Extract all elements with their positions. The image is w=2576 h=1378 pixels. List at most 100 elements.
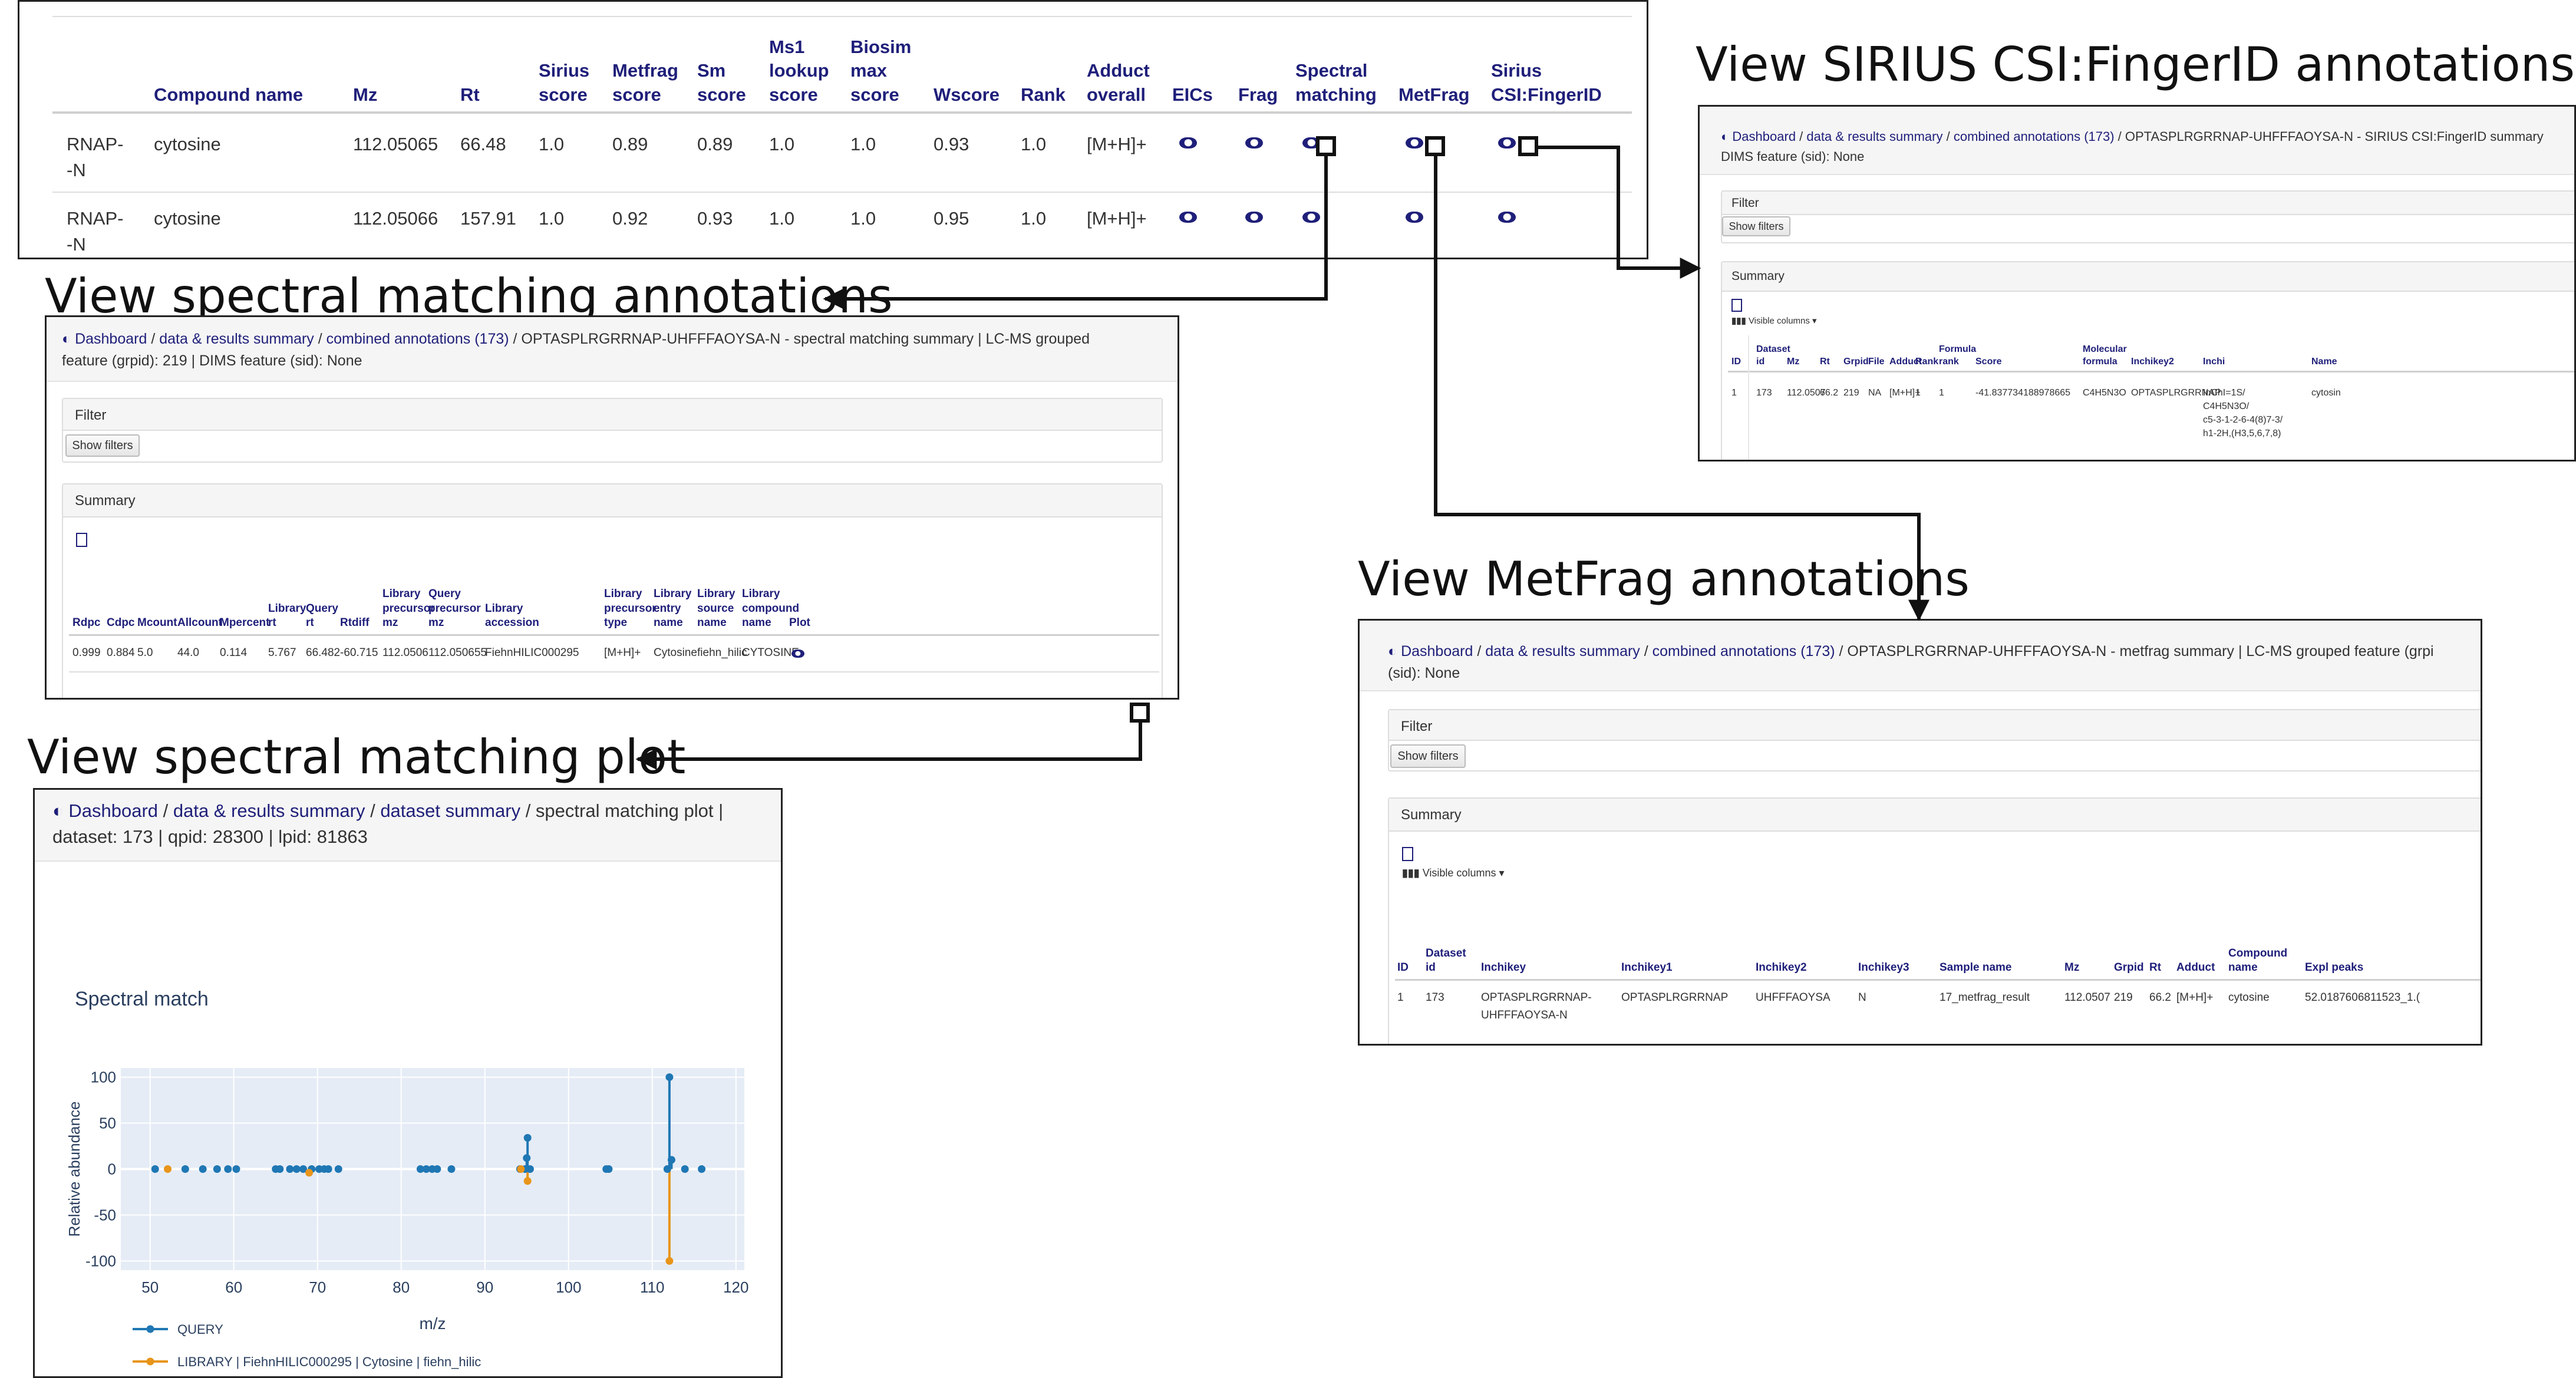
query-point — [667, 1156, 675, 1164]
column-header: Rank — [1021, 84, 1066, 105]
table-cell: cytosine — [154, 208, 221, 229]
breadcrumb-bar: ◐ Dashboard / data & results summary / c… — [1360, 621, 2481, 691]
eye-icon[interactable] — [1179, 137, 1197, 149]
query-point — [292, 1165, 301, 1173]
breadcrumb-data-results[interactable]: data & results summary — [1806, 129, 1942, 144]
table-cell: cytosin — [2311, 388, 2341, 398]
breadcrumb-data-results[interactable]: data & results summary — [173, 800, 365, 821]
table-cell: NA — [1868, 388, 1882, 398]
y-axis-title: Relative abundance — [65, 1102, 83, 1237]
table-cell: 0.884 — [107, 647, 135, 659]
plot-click-marker[interactable] — [1130, 703, 1150, 723]
column-header: Formula rank — [1939, 344, 1977, 367]
column-header: Inchi — [2203, 357, 2225, 367]
show-filters-button[interactable]: Show filters — [65, 434, 140, 457]
plot-eye-icon[interactable] — [791, 650, 804, 658]
breadcrumb-combined[interactable]: combined annotations (173) — [1653, 643, 1835, 660]
legend-label: LIBRARY | FiehnHILIC000295 | Cytosine | … — [177, 1354, 481, 1369]
eye-icon[interactable] — [1498, 212, 1516, 223]
sirius-click-marker[interactable] — [1518, 136, 1538, 156]
eye-icon[interactable] — [1245, 137, 1263, 149]
eye-icon[interactable] — [1302, 212, 1320, 223]
breadcrumb-separator: / — [1796, 129, 1807, 144]
table-cell: -60.715 — [340, 647, 378, 659]
inchi-text: InChI=1S/ — [2203, 388, 2245, 398]
x-tick-label: 60 — [225, 1278, 242, 1296]
table-cell: 0.999 — [72, 647, 101, 659]
breadcrumb: ◐ Dashboard / data & results summary / c… — [62, 331, 1090, 348]
column-header: ID — [1397, 961, 1409, 974]
eye-icon[interactable] — [1245, 212, 1263, 223]
column-header: Mz — [353, 84, 378, 105]
table-cell: cytosine — [154, 134, 221, 154]
column-header: Inchikey1 — [1621, 961, 1673, 974]
caption-sirius: View SIRIUS CSI:FingerID annotations — [1696, 37, 2575, 92]
breadcrumb-dataset-summary[interactable]: dataset summary — [380, 800, 520, 821]
page-title: / spectral matching plot | — [520, 800, 724, 821]
query-point — [232, 1165, 240, 1173]
spectral-matching-summary-panel: ◐ Dashboard / data & results summary / c… — [45, 315, 1179, 700]
table-cell: N — [1858, 991, 1866, 1004]
breadcrumb-separator: / — [1473, 643, 1486, 660]
sirius-summary-panel: ◐ Dashboard / data & results summary / c… — [1698, 105, 2576, 461]
query-point — [526, 1165, 534, 1173]
page-title: / OPTASPLRGRRNAP-UHFFFAOYSA-N - spectral… — [509, 331, 1090, 347]
table-cell: 44.0 — [177, 647, 199, 659]
filter-heading: Filter — [1731, 196, 1759, 210]
eye-icon[interactable] — [1406, 212, 1423, 223]
show-filters-button[interactable]: Show filters — [1722, 216, 1790, 236]
table-cell: 66.48 — [460, 134, 506, 154]
table-cell: 1.0 — [850, 208, 876, 229]
column-header: File — [1868, 357, 1885, 367]
breadcrumb-combined[interactable]: combined annotations (173) — [326, 331, 509, 347]
caption-metfrag: View MetFrag annotations — [1358, 552, 1970, 606]
y-tick-label: -50 — [94, 1206, 116, 1224]
column-header: Inchikey2 — [2131, 357, 2174, 367]
breadcrumb-dashboard[interactable]: Dashboard — [1401, 643, 1473, 660]
show-filters-button[interactable]: Show filters — [1390, 744, 1466, 768]
column-header: ID — [1731, 357, 1741, 367]
breadcrumb-dashboard[interactable]: Dashboard — [75, 331, 147, 347]
query-point — [523, 1133, 532, 1142]
library-point — [517, 1165, 525, 1173]
table-cell: [M+H]+ — [2176, 991, 2214, 1004]
column-header: MetFrag — [1399, 84, 1470, 105]
column-header: Rank — [1915, 357, 1939, 367]
breadcrumb-separator: / — [147, 331, 160, 347]
column-header: Sample name — [1940, 961, 2012, 974]
breadcrumb-combined[interactable]: combined annotations (173) — [1954, 129, 2115, 144]
breadcrumb-dashboard[interactable]: Dashboard — [68, 800, 158, 821]
combined-annotations-table: Compound name Mz Rt Sirius score Metfrag sco… — [19, 2, 1647, 258]
eye-icon[interactable] — [1179, 212, 1197, 223]
breadcrumb-data-results[interactable]: data & results summary — [159, 331, 314, 347]
eye-icon[interactable] — [1498, 137, 1516, 149]
column-header: Dataset id — [1426, 947, 1466, 974]
table-cell: 1.0 — [1021, 208, 1047, 229]
table-cell: FiehnHILIC000295 — [485, 647, 579, 659]
table-cell: -41.837734188978665 — [1975, 388, 2071, 398]
table-cell: 1.0 — [769, 208, 795, 229]
inchi-text: h1-2H,(H3,5,6,7,8) — [2203, 428, 2281, 439]
x-tick-label: 50 — [141, 1278, 159, 1296]
x-axis-title: m/z — [419, 1314, 446, 1333]
column-header: Compound name — [154, 84, 304, 105]
column-header: Compound name — [2228, 947, 2288, 974]
dashboard-icon: ◐ — [62, 331, 71, 347]
table-cell: 66.2 — [2149, 991, 2171, 1004]
column-header: Grpid — [2114, 961, 2144, 974]
inchi-text: c5-3-1-2-6-4(8)7-3/ — [2203, 415, 2283, 425]
table-cell: fiehn_hilic — [697, 647, 747, 659]
eye-icon[interactable] — [1406, 137, 1423, 149]
breadcrumb-data-results[interactable]: data & results summary — [1485, 643, 1640, 660]
metfrag-click-marker[interactable] — [1425, 136, 1445, 156]
table-cell: 219 — [1843, 388, 1859, 398]
query-point — [276, 1165, 284, 1173]
breadcrumb-dashboard[interactable]: Dashboard — [1732, 129, 1796, 144]
x-tick-label: 90 — [476, 1278, 493, 1296]
spectral-matching-plot-panel: ◐ Dashboard / data & results summary / d… — [33, 788, 783, 1378]
table-cell: 1.0 — [539, 208, 565, 229]
spectral-matching-click-marker[interactable] — [1316, 136, 1336, 156]
table-cell: 0.93 — [697, 208, 733, 229]
inchikey-fragment: RNAP- — [67, 208, 124, 229]
column-header: Mz — [1787, 357, 1800, 367]
